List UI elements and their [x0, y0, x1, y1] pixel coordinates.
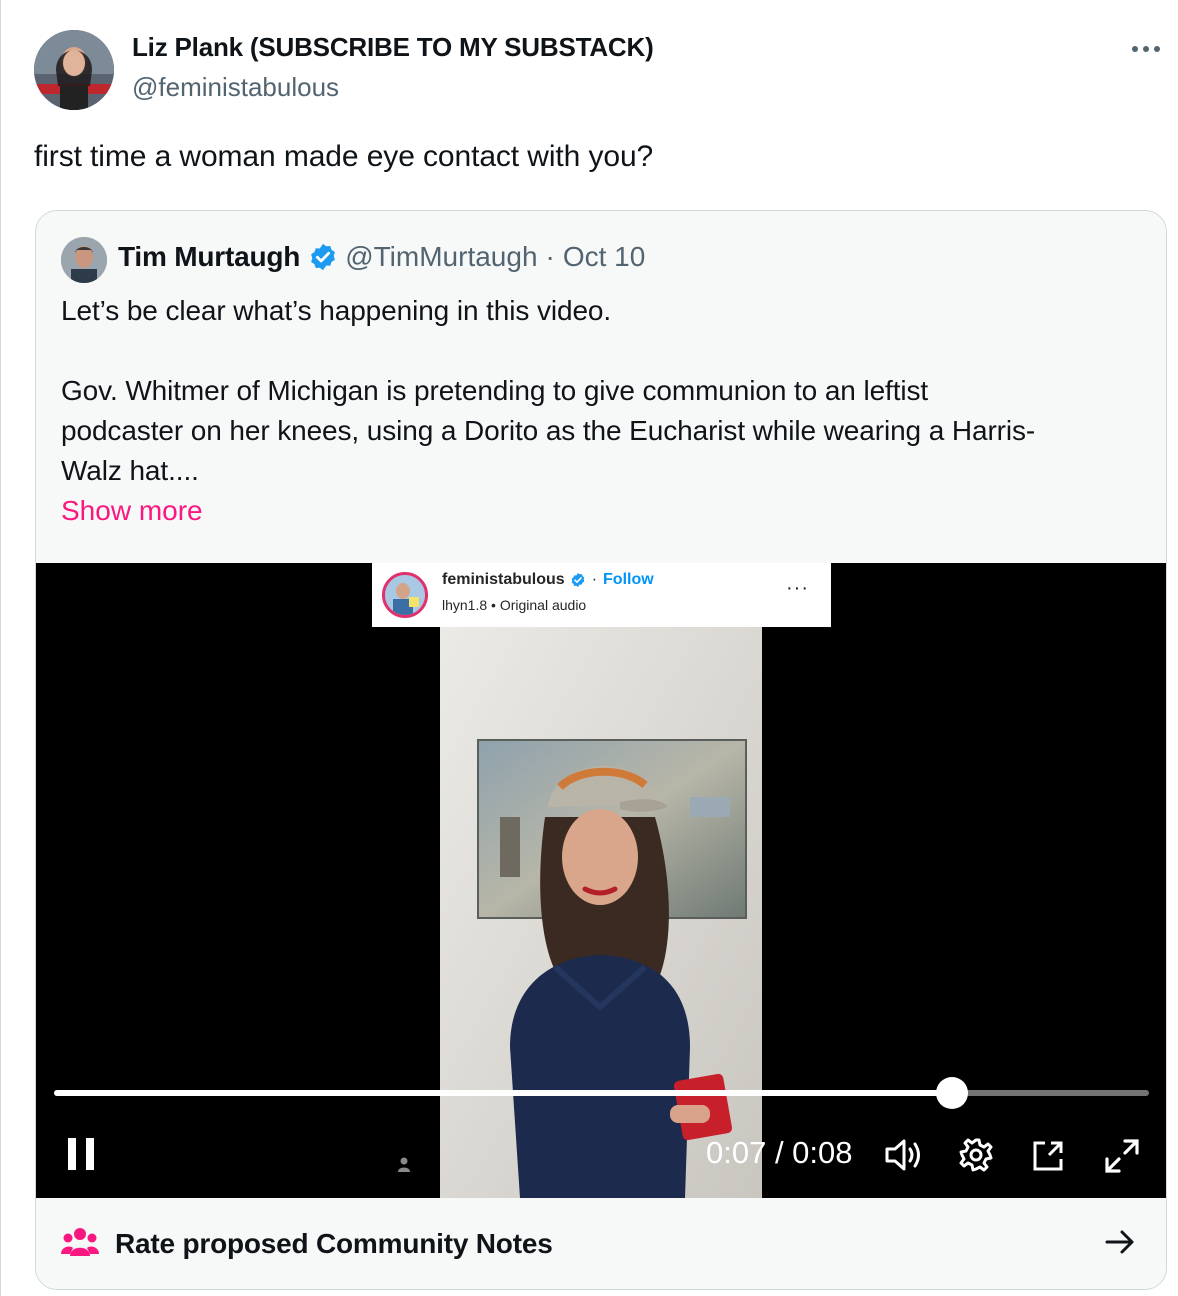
video-progress-fill: [54, 1090, 952, 1096]
settings-button[interactable]: [958, 1137, 994, 1178]
video-player[interactable]: feministabulous · Follow lhyn1.8 • Origi…: [36, 563, 1166, 1198]
more-horizontal-icon: [1132, 46, 1160, 52]
person-indicator: [397, 1157, 411, 1178]
video-progress-thumb[interactable]: [935, 1077, 968, 1109]
author-avatar[interactable]: [34, 30, 114, 110]
quoted-author-handle[interactable]: @TimMurtaugh: [345, 241, 537, 273]
quoted-tweet-card[interactable]: Tim Murtaugh @TimMurtaugh · Oct 10 Let’s…: [35, 210, 1167, 1290]
author-name[interactable]: Liz Plank (SUBSCRIBE TO MY SUBSTACK): [132, 32, 654, 63]
video-frame: [440, 627, 762, 1198]
avatar-image: [34, 30, 114, 110]
verified-badge-icon: [571, 573, 585, 587]
instagram-user-row: feministabulous · Follow: [442, 571, 654, 589]
author-handle[interactable]: @feministabulous: [132, 72, 339, 103]
fullscreen-icon: [1105, 1139, 1139, 1173]
tweet-text: first time a woman made eye contact with…: [34, 140, 654, 173]
avatar-image: [385, 575, 425, 615]
picture-in-picture-button[interactable]: [1031, 1139, 1065, 1178]
separator-dot: ·: [545, 241, 555, 272]
person-icon: [398, 1157, 410, 1172]
instagram-audio: lhyn1.8 • Original audio: [442, 597, 587, 613]
verified-badge-icon: [311, 243, 336, 271]
video-still: [440, 627, 762, 1198]
pause-icon: [68, 1138, 94, 1170]
avatar-image: [61, 237, 107, 283]
instagram-overlay-bar: feministabulous · Follow lhyn1.8 • Origi…: [372, 563, 831, 627]
video-progress-bar[interactable]: [54, 1077, 1149, 1109]
fullscreen-button[interactable]: [1103, 1137, 1141, 1180]
rate-community-notes-row[interactable]: Rate proposed Community Notes: [36, 1198, 1166, 1289]
show-more-link[interactable]: Show more: [61, 495, 203, 527]
people-icon: [61, 1228, 99, 1256]
instagram-username: feministabulous: [442, 571, 565, 588]
instagram-avatar: [382, 572, 428, 618]
arrow-right-icon: [1105, 1230, 1134, 1254]
video-time: 0:07 / 0:08: [706, 1135, 853, 1170]
pause-button[interactable]: [66, 1138, 96, 1175]
instagram-more: ···: [786, 577, 809, 599]
instagram-follow: Follow: [603, 571, 654, 588]
community-notes-label: Rate proposed Community Notes: [115, 1228, 553, 1259]
picture-in-picture-icon: [1033, 1141, 1063, 1171]
quoted-header: Tim Murtaugh @TimMurtaugh · Oct 10: [118, 241, 645, 273]
quoted-text-line: Let’s be clear what’s happening in this …: [61, 295, 612, 326]
volume-icon: [885, 1139, 920, 1171]
instagram-dot: ·: [591, 571, 598, 588]
quoted-text-line: Walz hat....: [61, 455, 199, 486]
quoted-date[interactable]: Oct 10: [563, 241, 645, 273]
quoted-text-line: podcaster on her knees, using a Dorito a…: [61, 415, 1036, 446]
quoted-author-name[interactable]: Tim Murtaugh: [118, 241, 300, 273]
timeline-border: [0, 0, 1, 1296]
quoted-author-avatar[interactable]: [61, 237, 107, 283]
gear-icon: [959, 1138, 993, 1172]
more-options-button[interactable]: [1128, 36, 1164, 62]
quoted-text-line: Gov. Whitmer of Michigan is pretending t…: [61, 375, 929, 406]
volume-button[interactable]: [884, 1137, 924, 1178]
